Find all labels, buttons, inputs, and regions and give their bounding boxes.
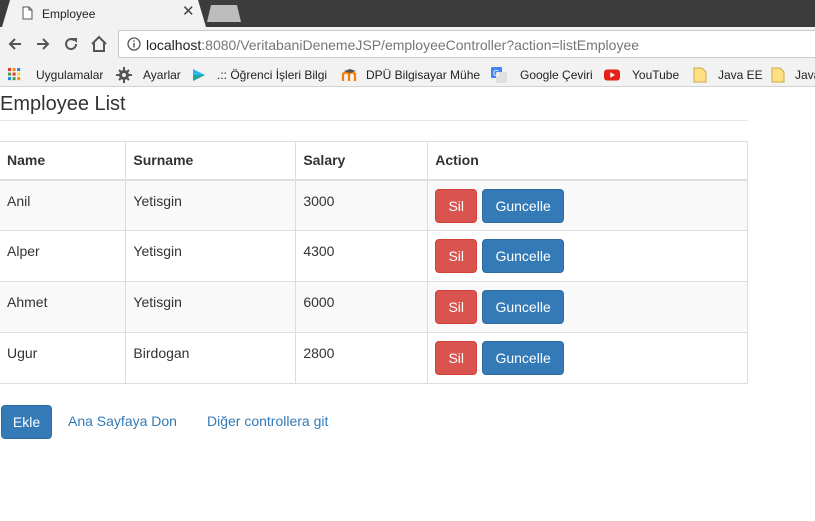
column-header-action: Action	[427, 141, 748, 181]
update-button[interactable]: Guncelle	[482, 290, 565, 324]
browser-toolbar: localhost:8080/VeritabaniDenemeJSP/emplo…	[0, 27, 815, 62]
employee-table: Name Surname Salary Action Anil Yetisgin…	[0, 141, 748, 384]
cell-surname: Yetisgin	[125, 179, 297, 231]
page-title: Employee List	[0, 93, 126, 115]
moodle-icon	[341, 68, 357, 81]
cell-salary: 6000	[295, 281, 429, 333]
tab-title: Employee	[42, 7, 96, 21]
delete-button[interactable]: Sil	[435, 239, 478, 273]
gear-icon	[116, 66, 132, 83]
cell-name: Ugur	[0, 332, 127, 384]
back-arrow-icon[interactable]	[6, 35, 24, 53]
bookmark-ogrenci[interactable]: .:: Öğrenci İşleri Bilgi	[191, 62, 327, 87]
cell-surname: Birdogan	[125, 332, 297, 384]
cell-actions: Sil Guncelle	[427, 230, 748, 282]
cell-salary: 2800	[295, 332, 429, 384]
cell-name: Alper	[0, 230, 127, 282]
apps-grid-icon	[8, 67, 21, 80]
bookmark-label: Uygulamalar	[36, 67, 104, 82]
cell-salary: 3000	[295, 179, 429, 231]
youtube-icon	[604, 69, 620, 80]
delete-button[interactable]: Sil	[435, 341, 478, 375]
bookmark-label: Google Çeviri	[520, 67, 593, 82]
bookmark-javaee[interactable]: Java EE	[692, 62, 763, 87]
home-page-link[interactable]: Ana Sayfaya Don	[68, 413, 177, 429]
url-text[interactable]: localhost:8080/VeritabaniDenemeJSP/emplo…	[146, 37, 639, 53]
cell-surname: Yetisgin	[125, 230, 297, 282]
title-divider	[0, 120, 748, 121]
bookmark-label: Java EE	[718, 67, 763, 82]
forward-arrow-icon[interactable]	[34, 35, 52, 53]
column-header-surname: Surname	[125, 141, 297, 181]
new-tab-button[interactable]	[207, 5, 241, 22]
page-icon	[22, 6, 33, 20]
address-bar[interactable]: localhost:8080/VeritabaniDenemeJSP/emplo…	[118, 30, 815, 58]
page-content: Employee List Name Surname Salary Action…	[0, 88, 815, 521]
url-host: localhost	[146, 37, 202, 53]
bookmarks-bar: Uygulamalar Ayarlar .:: Öğrenci İşleri B…	[0, 62, 815, 87]
bookmark-label: Java	[795, 67, 815, 82]
table-row: Ugur Birdogan 2800 Sil Guncelle	[0, 332, 748, 384]
bookmark-label: DPÜ Bilgisayar Mühe	[366, 67, 480, 82]
bookmark-label: .:: Öğrenci İşleri Bilgi	[217, 67, 327, 82]
table-header-row: Name Surname Salary Action	[0, 141, 748, 181]
cell-surname: Yetisgin	[125, 281, 297, 333]
column-header-name: Name	[0, 141, 127, 181]
delete-button[interactable]: Sil	[435, 290, 478, 324]
translate-icon: G	[491, 66, 507, 83]
home-icon[interactable]	[90, 35, 108, 53]
cell-actions: Sil Guncelle	[427, 179, 748, 231]
table-row: Anil Yetisgin 3000 Sil Guncelle	[0, 179, 748, 231]
cell-name: Anil	[0, 179, 127, 231]
info-icon[interactable]	[127, 37, 141, 51]
cell-name: Ahmet	[0, 281, 127, 333]
folder-icon	[771, 67, 785, 82]
bookmark-youtube[interactable]: YouTube	[604, 62, 679, 87]
play-icon	[193, 68, 205, 81]
update-button[interactable]: Guncelle	[482, 188, 565, 223]
tab-strip: Employee ✕	[0, 0, 815, 27]
add-employee-button[interactable]: Ekle	[1, 405, 52, 439]
update-button[interactable]: Guncelle	[482, 239, 565, 273]
bookmark-label: Ayarlar	[143, 67, 181, 82]
bookmark-settings[interactable]: Ayarlar	[116, 62, 181, 87]
bookmark-dpu[interactable]: DPÜ Bilgisayar Mühe	[341, 62, 480, 87]
cell-actions: Sil Guncelle	[427, 281, 748, 333]
reload-icon[interactable]	[62, 35, 80, 53]
table-row: Alper Yetisgin 4300 Sil Guncelle	[0, 230, 748, 282]
bookmark-label: YouTube	[632, 67, 680, 82]
cell-actions: Sil Guncelle	[427, 332, 748, 384]
bookmark-apps[interactable]: Uygulamalar	[8, 62, 103, 87]
tab-employee[interactable]: Employee ✕	[2, 0, 206, 27]
table-row: Ahmet Yetisgin 6000 Sil Guncelle	[0, 281, 748, 333]
bookmark-translate[interactable]: G Google Çeviri	[491, 62, 593, 87]
other-controller-link[interactable]: Diğer controllera git	[207, 413, 328, 429]
update-button[interactable]: Guncelle	[482, 341, 565, 375]
svg-text:G: G	[493, 69, 499, 78]
delete-button[interactable]: Sil	[435, 188, 478, 223]
column-header-salary: Salary	[295, 141, 429, 181]
url-path: :8080/VeritabaniDenemeJSP/employeeContro…	[201, 37, 640, 53]
cell-salary: 4300	[295, 230, 429, 282]
folder-icon	[693, 67, 707, 82]
close-icon[interactable]: ✕	[182, 4, 195, 20]
bookmark-java[interactable]: Java	[770, 62, 815, 87]
